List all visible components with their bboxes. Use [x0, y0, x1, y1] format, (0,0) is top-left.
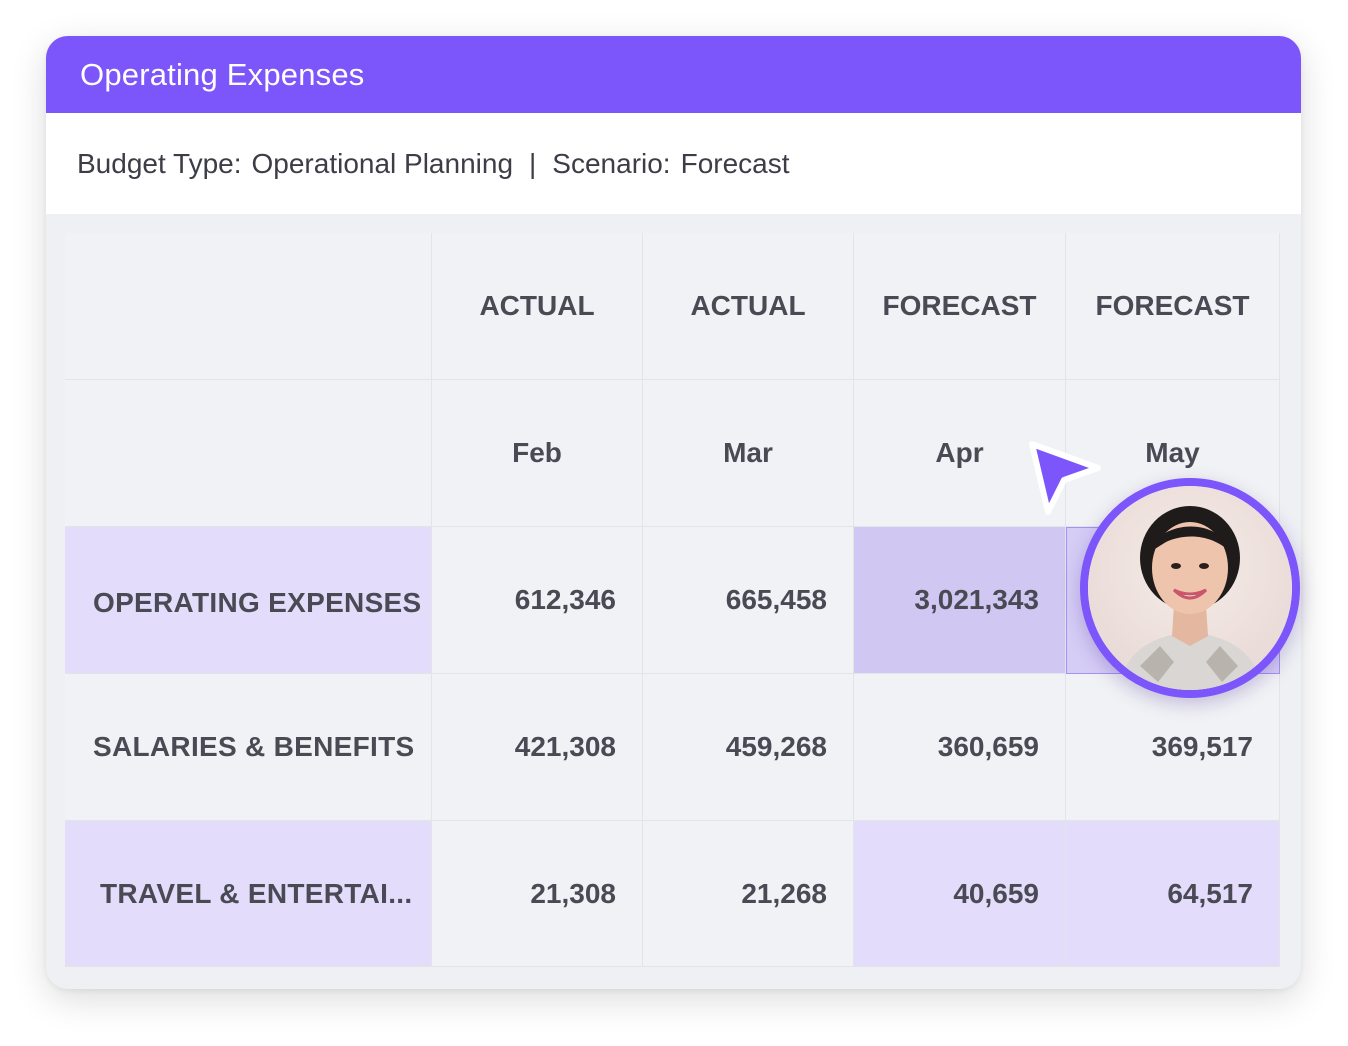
table-cell[interactable]: 3,021,343 — [854, 527, 1066, 674]
budget-type-value[interactable]: Operational Planning — [252, 148, 514, 180]
row-label-operating-expenses[interactable]: OPERATING EXPENSES — [65, 527, 432, 674]
column-type-header: ACTUAL — [643, 233, 854, 380]
table-cell[interactable]: 421,308 — [432, 674, 643, 821]
table-cell[interactable]: 21,268 — [643, 821, 854, 967]
row-label-salaries-benefits[interactable]: SALARIES & BENEFITS — [65, 674, 432, 821]
table-cell[interactable]: 64,517 — [1066, 821, 1280, 967]
table-cell[interactable]: 459,268 — [643, 674, 854, 821]
scenario-value[interactable]: Forecast — [681, 148, 790, 180]
row-label-travel-entertainment[interactable]: TRAVEL & ENTERTAI... — [65, 821, 432, 967]
table-cell[interactable]: 40,659 — [854, 821, 1066, 967]
cursor-pointer-icon — [1029, 441, 1101, 515]
info-separator: | — [529, 147, 537, 179]
budget-info-bar: Budget Type: Operational Planning | Scen… — [46, 113, 1301, 214]
user-avatar — [1080, 478, 1300, 698]
header-corner-top — [65, 233, 432, 380]
column-type-header: FORECAST — [854, 233, 1066, 380]
scenario-label: Scenario: — [552, 147, 671, 179]
column-type-header: FORECAST — [1066, 233, 1280, 380]
person-icon — [1088, 486, 1292, 690]
panel-title: Operating Expenses — [46, 36, 1301, 113]
table-cell[interactable]: 360,659 — [854, 674, 1066, 821]
budget-type-label: Budget Type: — [77, 147, 242, 179]
column-month-header: Feb — [432, 380, 643, 527]
column-type-header: ACTUAL — [432, 233, 643, 380]
table-cell[interactable]: 665,458 — [643, 527, 854, 674]
column-month-header: Mar — [643, 380, 854, 527]
header-corner-bottom — [65, 380, 432, 527]
table-cell[interactable]: 21,308 — [432, 821, 643, 967]
table-cell[interactable]: 612,346 — [432, 527, 643, 674]
